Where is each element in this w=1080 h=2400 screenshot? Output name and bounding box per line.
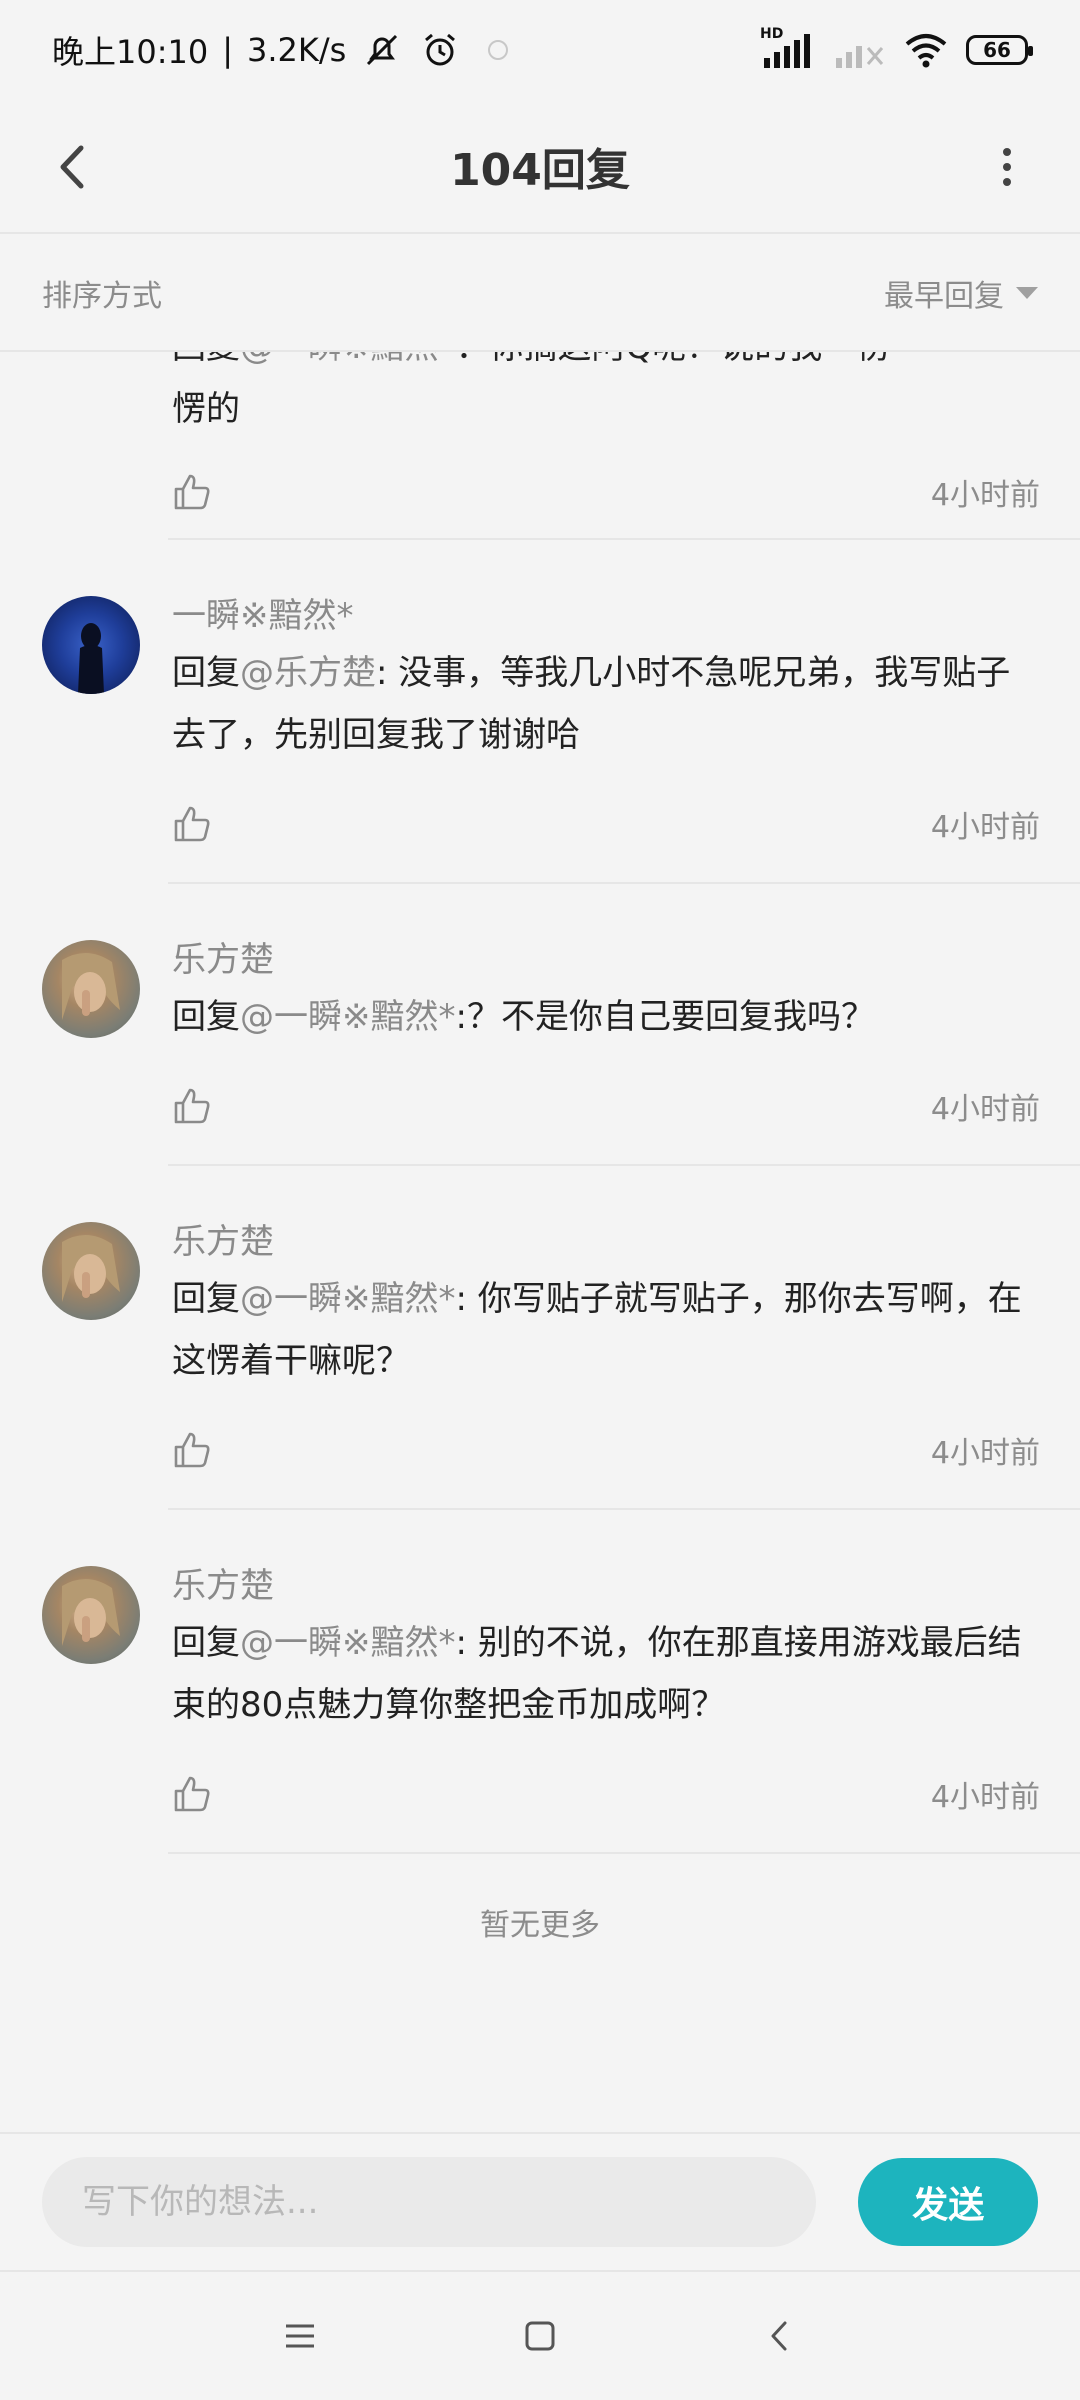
chevron-left-icon	[60, 145, 84, 189]
sort-dropdown[interactable]: 最早回复	[884, 271, 1038, 315]
status-right: HD 66	[760, 26, 1033, 72]
comment-time: 4小时前	[930, 1436, 1040, 1471]
divider	[168, 538, 1080, 540]
comment-content: 回复@一瞬※黯然*: 别的不说，你在那直接用游戏最后结束的80点魅力算你整把金币…	[172, 1612, 1042, 1736]
reply-prefix: 回复	[172, 653, 240, 693]
divider	[168, 882, 1080, 884]
username[interactable]: 乐方楚	[172, 1214, 274, 1263]
system-nav-bar	[0, 2272, 1080, 2400]
mention-link[interactable]: @一瞬※黯然*	[240, 1279, 456, 1319]
battery-indicator: 66	[966, 35, 1033, 65]
signal-empty-icon	[832, 28, 886, 72]
status-separator: |	[222, 31, 234, 69]
avatar[interactable]	[42, 596, 140, 694]
mute-icon	[360, 28, 404, 72]
reply-prefix: 回复	[172, 352, 240, 367]
sort-selected: 最早回复	[884, 279, 1004, 314]
comment-text-continued: 愣的	[172, 389, 240, 429]
divider	[168, 1164, 1080, 1166]
mention-link[interactable]: @一瞬※黯然*	[240, 352, 456, 367]
comment-time: 4小时前	[930, 1780, 1040, 1815]
more-options-button[interactable]	[972, 132, 1042, 202]
comment-time: 4小时前	[930, 1092, 1040, 1127]
home-square-icon	[525, 2321, 555, 2351]
comment-footer: 4小时前	[172, 1410, 1040, 1490]
partial-comment-content: 回复@一瞬※黯然*：你搞这阿Q呢？说的我一愣 愣的	[172, 352, 1042, 440]
sort-bar: 排序方式 最早回复	[0, 236, 1080, 352]
dropdown-triangle-icon	[1016, 287, 1038, 299]
like-button[interactable]	[172, 1084, 216, 1128]
mention-link[interactable]: @一瞬※黯然*	[240, 997, 456, 1037]
nav-menu-button[interactable]	[265, 2301, 335, 2371]
comment-content: 回复@一瞬※黯然*:？不是你自己要回复我吗？	[172, 986, 1042, 1048]
hd-label: HD	[760, 26, 784, 42]
network-speed: 3.2K/s	[247, 31, 347, 69]
avatar-image	[78, 623, 104, 694]
reply-input[interactable]	[42, 2157, 817, 2247]
status-time: 晚上10:10	[52, 33, 209, 71]
comment-content: 回复@乐方楚: 没事，等我几小时不急呢兄弟，我写贴子去了，先别回复我了谢谢哈	[172, 642, 1042, 766]
comment-time: 4小时前	[930, 478, 1040, 513]
sort-label: 排序方式	[42, 279, 162, 314]
like-button[interactable]	[172, 1772, 216, 1816]
reply-input-bar: 发送	[0, 2132, 1080, 2272]
comment-text: ：你搞这阿Q呢？说的我一愣	[456, 352, 891, 367]
reply-prefix: 回复	[172, 1279, 240, 1319]
reply-prefix: 回复	[172, 997, 240, 1037]
send-button[interactable]: 发送	[858, 2158, 1038, 2246]
thumbs-up-icon	[174, 806, 210, 842]
notification-icon	[476, 28, 520, 72]
avatar-image	[62, 1234, 120, 1302]
username[interactable]: 乐方楚	[172, 1558, 274, 1607]
mention-link[interactable]: @乐方楚	[240, 653, 376, 693]
status-bar: 晚上10:10 | 3.2K/s HD 66	[0, 0, 1080, 100]
chevron-left-icon	[771, 2321, 787, 2351]
status-left: 晚上10:10 | 3.2K/s	[52, 27, 520, 73]
mention-link[interactable]: @一瞬※黯然*	[240, 1623, 456, 1663]
divider	[168, 1852, 1080, 1854]
thumbs-up-icon	[174, 1432, 210, 1468]
partial-comment-footer: 4小时前	[172, 452, 1040, 532]
more-vertical-icon	[1003, 148, 1011, 186]
back-button[interactable]	[38, 132, 108, 202]
signal-hd-icon: HD	[760, 26, 814, 72]
thumbs-up-icon	[174, 1776, 210, 1812]
comment-footer: 4小时前	[172, 1066, 1040, 1146]
reply-prefix: 回复	[172, 1623, 240, 1663]
avatar[interactable]	[42, 940, 140, 1038]
avatar-image	[62, 952, 120, 1020]
comment-footer: 4小时前	[172, 1754, 1040, 1834]
nav-back-button[interactable]	[745, 2301, 815, 2371]
comment-footer: 4小时前	[172, 784, 1040, 864]
menu-icon	[286, 2324, 314, 2348]
comment-content: 回复@一瞬※黯然*: 你写贴子就写贴子，那你去写啊，在这愣着干嘛呢？	[172, 1268, 1042, 1392]
nav-home-button[interactable]	[505, 2301, 575, 2371]
comment-text: :？不是你自己要回复我吗？	[455, 997, 875, 1037]
like-button[interactable]	[172, 802, 216, 846]
thumbs-up-icon	[174, 1088, 210, 1124]
alarm-icon	[418, 28, 462, 72]
username[interactable]: 乐方楚	[172, 932, 274, 981]
comment-time: 4小时前	[930, 810, 1040, 845]
like-button[interactable]	[172, 470, 216, 514]
like-button[interactable]	[172, 1428, 216, 1472]
avatar[interactable]	[42, 1222, 140, 1320]
thumbs-up-icon	[174, 474, 210, 510]
header: 104回复	[0, 100, 1080, 234]
divider	[168, 1508, 1080, 1510]
username[interactable]: 一瞬※黯然*	[172, 588, 354, 637]
avatar[interactable]	[42, 1566, 140, 1664]
no-more-label: 暂无更多	[480, 1908, 600, 1943]
reply-list[interactable]: 回复@一瞬※黯然*：你搞这阿Q呢？说的我一愣 愣的 4小时前 一瞬※黯然* 回复…	[0, 352, 1080, 2132]
page-title: 104回复	[450, 145, 630, 196]
wifi-icon	[904, 28, 948, 72]
avatar-image	[62, 1578, 120, 1646]
